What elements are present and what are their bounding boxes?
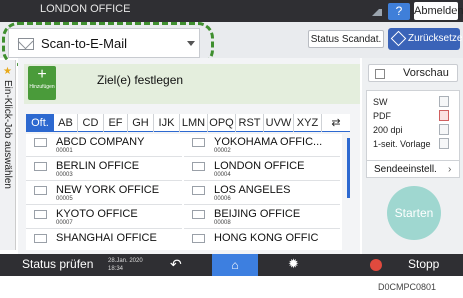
- time: 18:34: [108, 266, 124, 272]
- plus-icon: +: [37, 66, 47, 83]
- one-click-tab[interactable]: ★ Ein-Klick-Job auswählen: [0, 60, 16, 250]
- list-item[interactable]: SHANGHAI OFFICE: [26, 230, 182, 250]
- list-item[interactable]: BEIJING OFFICE 00008: [184, 206, 340, 229]
- eraser-icon: [390, 30, 407, 47]
- tab-ijk[interactable]: IJK: [154, 114, 180, 132]
- color-mode-icon: [439, 96, 449, 107]
- top-bar: LONDON OFFICE ? Abmelden ☾: [0, 0, 463, 22]
- entry-number: 00004: [214, 172, 231, 178]
- mail-icon: [34, 138, 47, 147]
- mail-icon: [192, 234, 205, 243]
- list-item[interactable]: ABCD COMPANY 00001: [26, 134, 182, 157]
- one-click-label: Ein-Klick-Job auswählen: [2, 80, 13, 189]
- notification-icon: [372, 6, 382, 16]
- tab-gh[interactable]: GH: [128, 114, 154, 132]
- mail-icon: [34, 234, 47, 243]
- stop-icon[interactable]: [370, 259, 382, 271]
- mail-icon: [192, 186, 205, 195]
- sort-icon[interactable]: ⇄: [322, 114, 350, 132]
- send-settings-label: Sendeeinstell.: [374, 164, 437, 175]
- list-item[interactable]: HONG KONG OFFIC: [184, 230, 340, 250]
- list-item[interactable]: LONDON OFFICE 00004: [184, 158, 340, 181]
- gear-icon[interactable]: ✹: [288, 256, 299, 272]
- entry-name: SHANGHAI OFFICE: [56, 232, 157, 244]
- mail-icon: [34, 210, 47, 219]
- entry-number: 00008: [214, 220, 231, 226]
- bottom-bar: Status prüfen 28.Jan. 2020 18:34 ↶ ⌂ ✹ S…: [0, 254, 463, 276]
- status-scan-button[interactable]: Status Scandat.: [308, 30, 384, 48]
- home-icon[interactable]: ⌂: [212, 254, 258, 276]
- help-button[interactable]: ?: [388, 3, 410, 20]
- stop-button[interactable]: Stopp: [408, 257, 439, 271]
- preview-checkbox[interactable]: [375, 69, 385, 79]
- tab-cd[interactable]: CD: [78, 114, 104, 132]
- resolution: 200 dpi: [373, 125, 403, 135]
- tab-rst[interactable]: RST: [236, 114, 264, 132]
- destination-label: Ziel(e) festlegen: [97, 73, 184, 87]
- entry-name: LOS ANGELES: [214, 184, 291, 196]
- index-tabs: Oft. AB CD EF GH IJK LMN OPQ RST UVW XYZ…: [26, 114, 350, 132]
- destination-field[interactable]: [24, 64, 360, 104]
- entry-name: KYOTO OFFICE: [56, 208, 138, 220]
- mail-icon: [192, 162, 205, 171]
- tab-ab[interactable]: AB: [54, 114, 78, 132]
- mail-icon: [34, 186, 47, 195]
- list-item[interactable]: YOKOHAMA OFFIC... 00002: [184, 134, 340, 157]
- tab-frequent[interactable]: Oft.: [26, 114, 54, 132]
- list-item[interactable]: NEW YORK OFFICE 00005: [26, 182, 182, 205]
- color-mode: SW: [373, 97, 388, 107]
- chevron-right-icon: ›: [448, 164, 452, 175]
- mail-icon: [192, 210, 205, 219]
- tab-xyz[interactable]: XYZ: [294, 114, 322, 132]
- back-icon[interactable]: ↶: [170, 256, 182, 273]
- add-label: Hinzufügen: [29, 84, 55, 90]
- tab-opq[interactable]: OPQ: [208, 114, 236, 132]
- entry-name: YOKOHAMA OFFIC...: [214, 136, 323, 148]
- page-icon: [439, 138, 449, 149]
- tab-lmn[interactable]: LMN: [180, 114, 208, 132]
- date: 28.Jan. 2020: [108, 258, 143, 264]
- date-time: 28.Jan. 2020 18:34: [108, 257, 143, 273]
- entry-number: 00001: [56, 148, 73, 154]
- original-sides: 1-seit. Vorlage: [373, 139, 431, 149]
- list-item[interactable]: BERLIN OFFICE 00003: [26, 158, 182, 181]
- entry-name: ABCD COMPANY: [56, 136, 145, 148]
- entry-name: BEIJING OFFICE: [214, 208, 301, 220]
- entry-number: 00007: [56, 220, 73, 226]
- entry-name: BERLIN OFFICE: [56, 160, 140, 172]
- resolution-icon: [439, 124, 449, 135]
- pdf-icon: [439, 110, 449, 121]
- preview-toggle[interactable]: Vorschau: [368, 64, 458, 82]
- address-list: ABCD COMPANY 00001 YOKOHAMA OFFIC... 000…: [26, 134, 342, 250]
- mail-icon: [34, 162, 47, 171]
- entry-number: 00002: [214, 148, 231, 154]
- entry-name: HONG KONG OFFIC: [214, 232, 319, 244]
- add-destination-button[interactable]: + Hinzufügen: [28, 66, 56, 100]
- check-status-button[interactable]: Status prüfen: [22, 257, 93, 271]
- reset-label: Zurücksetzen: [408, 33, 463, 44]
- energy-saver-icon[interactable]: ☾: [452, 3, 462, 16]
- user-title: LONDON OFFICE: [40, 3, 131, 15]
- mail-icon: [192, 138, 205, 147]
- star-icon: ★: [3, 66, 12, 77]
- list-item[interactable]: LOS ANGELES 00006: [184, 182, 340, 205]
- tab-uvw[interactable]: UVW: [264, 114, 294, 132]
- entry-number: 00005: [56, 196, 73, 202]
- list-item[interactable]: KYOTO OFFICE 00007: [26, 206, 182, 229]
- preview-label: Vorschau: [403, 67, 449, 79]
- send-settings-button[interactable]: Sendeeinstell. ›: [366, 160, 460, 178]
- entry-name: NEW YORK OFFICE: [56, 184, 160, 196]
- reset-button[interactable]: Zurücksetzen: [388, 28, 463, 50]
- figure-code: D0CMPC0801: [378, 282, 437, 292]
- file-type: PDF: [373, 111, 391, 121]
- list-scrollbar[interactable]: [344, 134, 354, 250]
- entry-number: 00006: [214, 196, 231, 202]
- entry-name: LONDON OFFICE: [214, 160, 305, 172]
- entry-number: 00003: [56, 172, 73, 178]
- tab-ef[interactable]: EF: [104, 114, 128, 132]
- scrollbar-thumb[interactable]: [347, 138, 350, 198]
- start-button[interactable]: Starten: [387, 186, 441, 240]
